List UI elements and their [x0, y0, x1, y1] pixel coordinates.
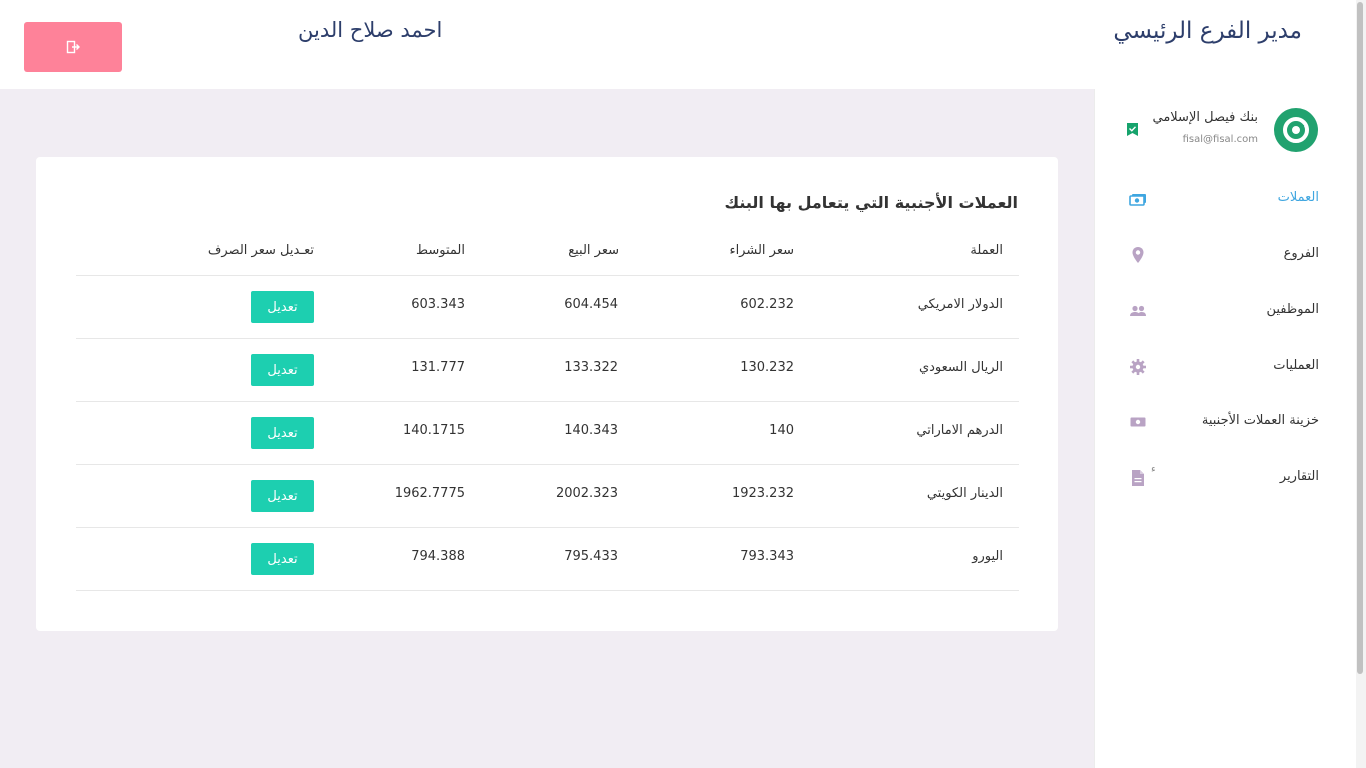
- page-scrollbar[interactable]: [1356, 0, 1366, 768]
- sidebar: بنك فيصل الإسلامي fisal@fisal.com العملا…: [1094, 89, 1356, 768]
- edit-rate-button[interactable]: تعديل: [251, 291, 314, 323]
- edit-rate-button[interactable]: تعديل: [251, 480, 314, 512]
- bank-logo-icon: [1283, 117, 1309, 143]
- sidebar-item-label: الفروع: [1283, 246, 1319, 261]
- sidebar-item-label: العمليات: [1273, 358, 1319, 373]
- table-row: الريال السعودي 130.232 133.322 131.777 ت…: [76, 339, 1019, 402]
- logout-button[interactable]: [24, 22, 122, 72]
- reports-badge: ء: [1151, 464, 1156, 475]
- currency-name: الدولار الامريكي: [917, 297, 1003, 312]
- currency-name: الريال السعودي: [918, 360, 1003, 375]
- average-rate: 131.777: [411, 360, 465, 375]
- sidebar-item-foreign-treasury[interactable]: خزينة العملات الأجنبية: [1095, 402, 1357, 442]
- sidebar-item-label: خزينة العملات الأجنبية: [1201, 413, 1319, 428]
- table-row: الدينار الكويتي 1923.232 2002.323 1962.7…: [76, 465, 1019, 528]
- gear-icon: [1130, 359, 1146, 375]
- column-header-edit: تعـديل سعر الصرف: [207, 243, 314, 258]
- column-header-buy: سعر الشراء: [729, 243, 794, 258]
- edit-rate-button[interactable]: تعديل: [251, 354, 314, 386]
- sell-rate: 2002.323: [555, 486, 618, 501]
- people-icon: [1130, 305, 1146, 316]
- logout-icon: [66, 40, 80, 54]
- currency-name: الدينار الكويتي: [926, 486, 1003, 501]
- average-rate: 1962.7775: [394, 486, 465, 501]
- location-pin-icon: [1132, 247, 1144, 263]
- bank-email: fisal@fisal.com: [1182, 134, 1258, 145]
- sidebar-item-label: التقارير: [1279, 469, 1319, 484]
- sidebar-item-label: العملات: [1277, 190, 1319, 205]
- buy-rate: 130.232: [740, 360, 794, 375]
- average-rate: 140.1715: [402, 423, 465, 438]
- sell-rate: 140.343: [564, 423, 618, 438]
- currency-name: الدرهم الاماراتي: [916, 423, 1003, 438]
- sidebar-item-reports[interactable]: ء التقارير: [1095, 458, 1357, 498]
- edit-rate-button[interactable]: تعديل: [251, 543, 314, 575]
- column-header-average: المتوسط: [416, 243, 465, 258]
- table-header: العملة سعر الشراء سعر البيع المتوسط تعـد…: [76, 239, 1019, 276]
- top-header: احمد صلاح الدين مدير الفرع الرئيسي: [0, 0, 1356, 89]
- sidebar-item-employees[interactable]: الموظفين: [1095, 291, 1357, 331]
- buy-rate: 1923.232: [731, 486, 794, 501]
- money-icon: [1130, 417, 1146, 427]
- currency-name: اليورو: [972, 549, 1003, 564]
- bank-name: بنك فيصل الإسلامي: [1152, 110, 1259, 125]
- column-header-currency: العملة: [970, 243, 1003, 258]
- buy-rate: 602.232: [740, 297, 794, 312]
- verified-bookmark-icon: [1127, 123, 1138, 136]
- column-header-sell: سعر البيع: [568, 243, 619, 258]
- page-title: مدير الفرع الرئيسي: [1113, 18, 1302, 44]
- document-icon: [1132, 470, 1144, 486]
- sell-rate: 795.433: [564, 549, 618, 564]
- buy-rate: 140: [769, 423, 794, 438]
- table-row: الدولار الامريكي 602.232 604.454 603.343…: [76, 276, 1019, 339]
- average-rate: 794.388: [411, 549, 465, 564]
- table-row: اليورو 793.343 795.433 794.388 تعديل: [76, 528, 1019, 591]
- sell-rate: 133.322: [564, 360, 618, 375]
- currencies-card: العملات الأجنبية التي يتعامل بها البنك ا…: [36, 157, 1058, 631]
- user-name: احمد صلاح الدين: [298, 18, 443, 42]
- sidebar-item-label: الموظفين: [1266, 302, 1319, 317]
- table-row: الدرهم الاماراتي 140 140.343 140.1715 تع…: [76, 402, 1019, 465]
- edit-rate-button[interactable]: تعديل: [251, 417, 314, 449]
- scrollbar-thumb[interactable]: [1357, 2, 1363, 674]
- bank-logo: [1274, 108, 1318, 152]
- sidebar-item-branches[interactable]: الفروع: [1095, 235, 1357, 275]
- sidebar-item-operations[interactable]: العمليات: [1095, 347, 1357, 387]
- sidebar-item-currencies[interactable]: العملات: [1095, 179, 1357, 219]
- money-icon: [1129, 194, 1146, 206]
- buy-rate: 793.343: [740, 549, 794, 564]
- average-rate: 603.343: [411, 297, 465, 312]
- card-title: العملات الأجنبية التي يتعامل بها البنك: [724, 193, 1018, 212]
- sell-rate: 604.454: [564, 297, 618, 312]
- main-content: العملات الأجنبية التي يتعامل بها البنك ا…: [0, 89, 1094, 768]
